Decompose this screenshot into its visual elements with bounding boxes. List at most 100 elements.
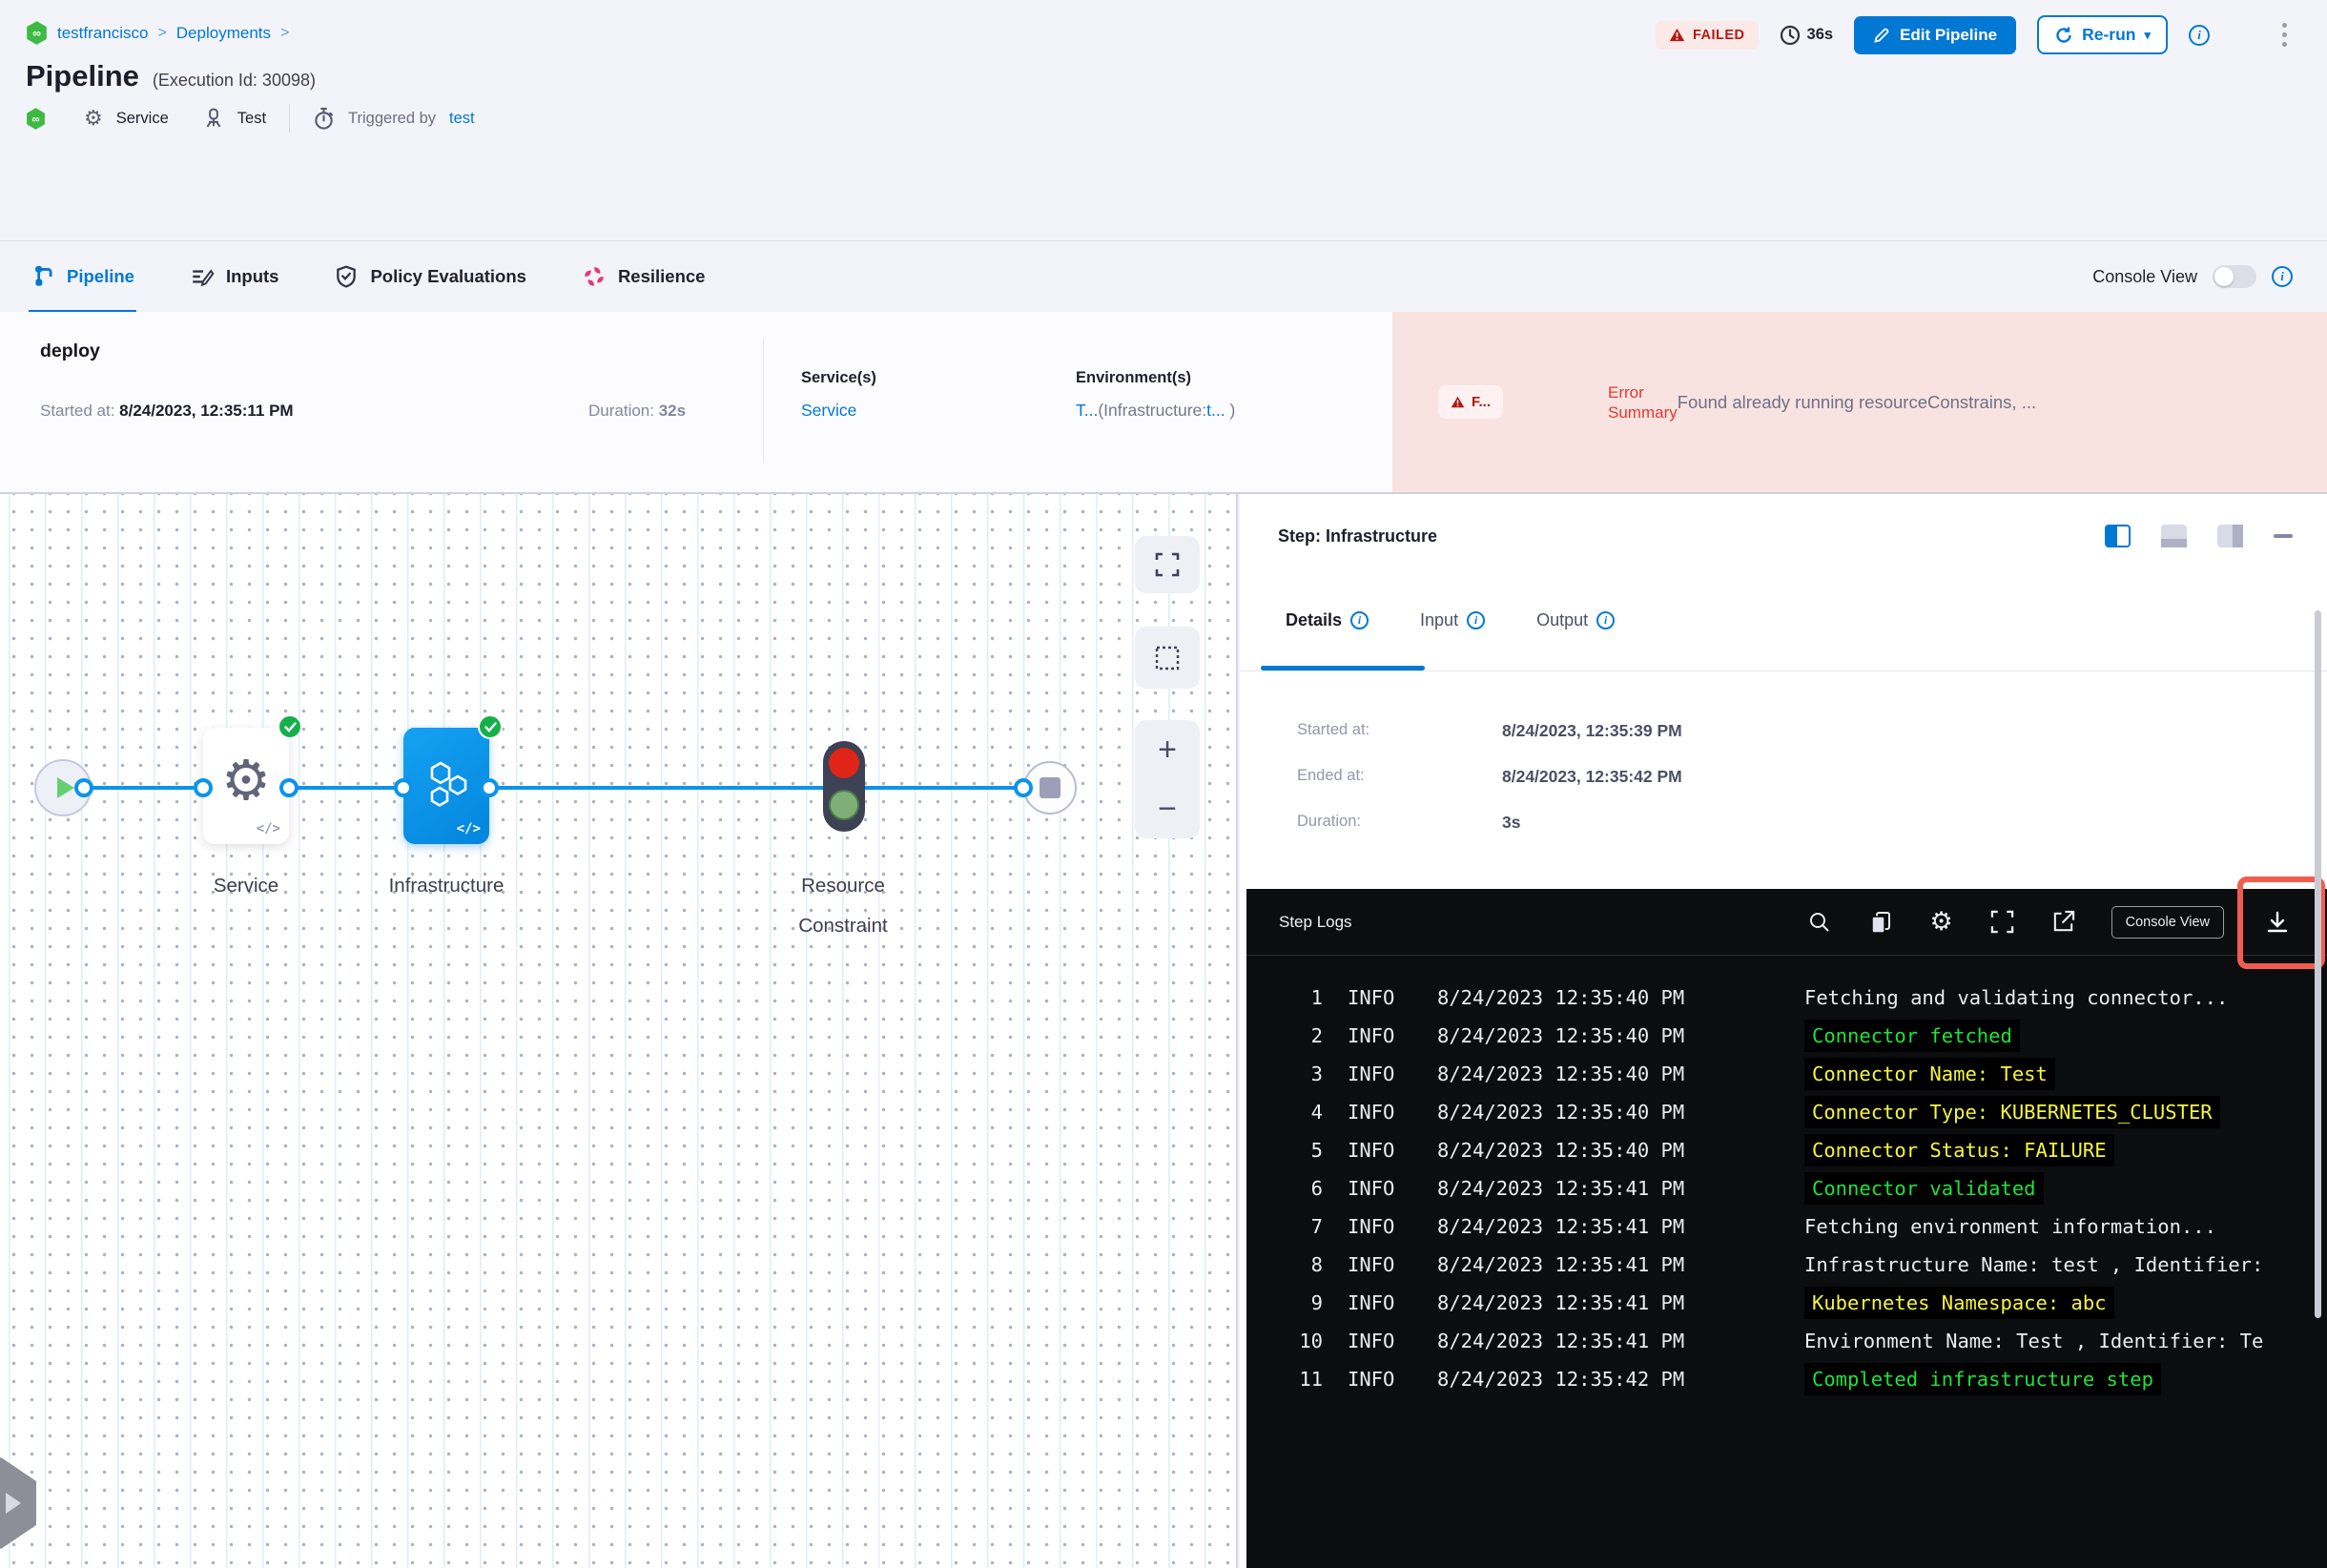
node-port bbox=[480, 778, 499, 797]
infrastructure-link[interactable]: t... bbox=[1206, 401, 1225, 420]
search-icon[interactable] bbox=[1806, 909, 1833, 936]
tab-inputs[interactable]: Inputs bbox=[190, 241, 278, 313]
step-panel-tabs: Details i Input i Output i bbox=[1286, 610, 1616, 630]
tags-row: ∞ ⚙ Service Test Triggered by test bbox=[26, 103, 475, 134]
logs-console-view-button[interactable]: Console View bbox=[2111, 905, 2224, 939]
service-step-node[interactable]: ⚙ </> bbox=[203, 728, 289, 844]
services-column: Service(s) Service bbox=[801, 369, 876, 421]
stage-summary-bar: deploy Started at: 8/24/2023, 12:35:11 P… bbox=[0, 312, 2327, 494]
log-settings-gear-icon[interactable]: ⚙ bbox=[1928, 907, 1955, 936]
infrastructure-step-node[interactable]: </> bbox=[403, 728, 489, 844]
canvas-fullscreen-button[interactable] bbox=[1135, 536, 1200, 593]
layout-bottom-drawer-icon[interactable] bbox=[2161, 525, 2187, 547]
tab-output[interactable]: Output i bbox=[1536, 610, 1616, 630]
stage-started-at: Started at: 8/24/2023, 12:35:11 PM bbox=[40, 402, 294, 420]
execution-id: (Execution Id: 30098) bbox=[152, 71, 316, 90]
detail-row-started: Started at: 8/24/2023, 12:35:39 PM bbox=[1297, 721, 1682, 740]
edge-line bbox=[289, 786, 403, 790]
tab-input[interactable]: Input i bbox=[1420, 610, 1486, 630]
log-line: 8 INFO 8/24/2023 12:35:41 PM Infrastructure… bbox=[1310, 1253, 2264, 1276]
node-port bbox=[74, 778, 93, 797]
environment-link[interactable]: T... bbox=[1076, 401, 1098, 420]
detail-row-ended: Ended at: 8/24/2023, 12:35:42 PM bbox=[1297, 767, 1682, 786]
layout-right-drawer-icon[interactable] bbox=[2105, 525, 2131, 547]
detail-row-duration: Duration: 3s bbox=[1297, 813, 1521, 832]
title-row: Pipeline (Execution Id: 30098) bbox=[26, 59, 316, 93]
code-icon: </> bbox=[456, 821, 481, 836]
node-port bbox=[394, 778, 413, 797]
zoom-in-button[interactable]: + bbox=[1158, 733, 1177, 766]
tab-resilience[interactable]: Resilience bbox=[582, 241, 705, 313]
log-lines: 1 INFO 8/24/2023 12:35:40 PM Fetching and v… bbox=[1246, 956, 2327, 1398]
console-view-toggle[interactable] bbox=[2213, 265, 2256, 288]
marquee-select-icon bbox=[1155, 646, 1180, 670]
breadcrumb-deployments-link[interactable]: Deployments bbox=[176, 24, 271, 43]
chevron-right-icon: > bbox=[280, 24, 290, 41]
input-info-icon[interactable]: i bbox=[1467, 611, 1486, 629]
panel-expand-handle[interactable] bbox=[0, 1457, 36, 1549]
resilience-icon bbox=[585, 267, 604, 286]
service-link[interactable]: Service bbox=[801, 401, 856, 420]
svg-text:∞: ∞ bbox=[31, 113, 39, 125]
log-line: 7 INFO 8/24/2023 12:35:41 PM Fetching envir… bbox=[1310, 1215, 2216, 1238]
resource-constraint-node[interactable] bbox=[823, 741, 865, 832]
shield-check-icon bbox=[337, 265, 357, 288]
stage-duration: Duration: 32s bbox=[588, 402, 687, 420]
triggered-by-label: Triggered by bbox=[348, 109, 437, 127]
minimize-panel-icon[interactable] bbox=[2274, 534, 2293, 538]
log-line: 2 INFO 8/24/2023 12:35:40 PM Connector fetc… bbox=[1246, 1017, 2327, 1055]
edge-line bbox=[865, 786, 1033, 790]
panel-scrollbar[interactable] bbox=[2315, 610, 2321, 1318]
step-logs-title: Step Logs bbox=[1279, 912, 1352, 931]
details-info-icon[interactable]: i bbox=[1350, 611, 1369, 629]
log-fullscreen-icon[interactable] bbox=[1989, 909, 2016, 936]
environment-tag: Test bbox=[237, 109, 267, 127]
play-icon bbox=[56, 777, 74, 798]
canvas-select-button[interactable] bbox=[1135, 627, 1200, 689]
panel-layout-controls bbox=[2105, 525, 2293, 547]
pencil-icon bbox=[1874, 28, 1889, 43]
console-view-label: Console View bbox=[2092, 266, 2197, 286]
more-options-menu[interactable] bbox=[2276, 19, 2293, 51]
rerun-info-icon[interactable]: i bbox=[2189, 24, 2210, 46]
canvas-zoom-panel: + − bbox=[1135, 720, 1200, 838]
tab-policy-evaluations[interactable]: Policy Evaluations bbox=[334, 241, 526, 313]
edge-line bbox=[489, 786, 823, 790]
svg-text:∞: ∞ bbox=[32, 27, 41, 40]
error-summary-label: Error Summary bbox=[1608, 382, 1678, 422]
output-info-icon[interactable]: i bbox=[1596, 611, 1616, 629]
green-light-icon bbox=[829, 790, 859, 820]
total-duration: 36s bbox=[1780, 25, 1833, 46]
triggered-by-user-link[interactable]: test bbox=[449, 110, 475, 128]
error-summary-zone: F... Error Summary Found already running… bbox=[1392, 312, 2327, 492]
status-badge: FAILED bbox=[1655, 20, 1759, 50]
environment-icon bbox=[206, 108, 221, 128]
chevron-right-icon: > bbox=[157, 24, 167, 41]
breadcrumb-project-link[interactable]: testfrancisco bbox=[57, 24, 148, 43]
download-logs-icon[interactable] bbox=[2264, 909, 2291, 936]
copy-icon[interactable] bbox=[1867, 909, 1894, 936]
tab-pipeline[interactable]: Pipeline bbox=[29, 241, 136, 313]
layout-full-drawer-icon[interactable] bbox=[2217, 525, 2243, 547]
rerun-button[interactable]: Re-run ▾ bbox=[2037, 15, 2168, 54]
service-tag: Service bbox=[115, 109, 169, 127]
step-panel-title: Step: Infrastructure bbox=[1278, 526, 1438, 546]
stage-name: deploy bbox=[40, 340, 100, 361]
zoom-out-button[interactable]: − bbox=[1158, 793, 1177, 825]
environments-column: Environment(s) T...(Infrastructure:t... … bbox=[1076, 369, 1235, 421]
harness-module-icon: ∞ bbox=[27, 21, 47, 45]
pipeline-canvas[interactable]: ⚙ </> </> Service Infrastructure Resourc… bbox=[0, 494, 1238, 1568]
success-check-icon bbox=[278, 714, 302, 739]
success-check-icon bbox=[478, 714, 503, 739]
tab-details[interactable]: Details i bbox=[1286, 610, 1369, 630]
node-port bbox=[279, 778, 299, 797]
divider bbox=[289, 104, 291, 133]
edit-pipeline-button[interactable]: Edit Pipeline bbox=[1854, 15, 2017, 54]
environment-value: T...(Infrastructure:t... ) bbox=[1076, 401, 1236, 420]
pipeline-execution-page: ∞ testfrancisco > Deployments > Pipeline… bbox=[0, 0, 2327, 1568]
open-in-new-tab-icon[interactable] bbox=[2050, 909, 2077, 936]
console-view-info-icon[interactable]: i bbox=[2272, 266, 2293, 287]
chevron-down-icon: ▾ bbox=[2144, 27, 2151, 42]
service-gear-icon: ⚙ bbox=[84, 106, 103, 130]
execution-tabbar: Pipeline Inputs Policy Evaluations Resil… bbox=[0, 240, 2327, 313]
